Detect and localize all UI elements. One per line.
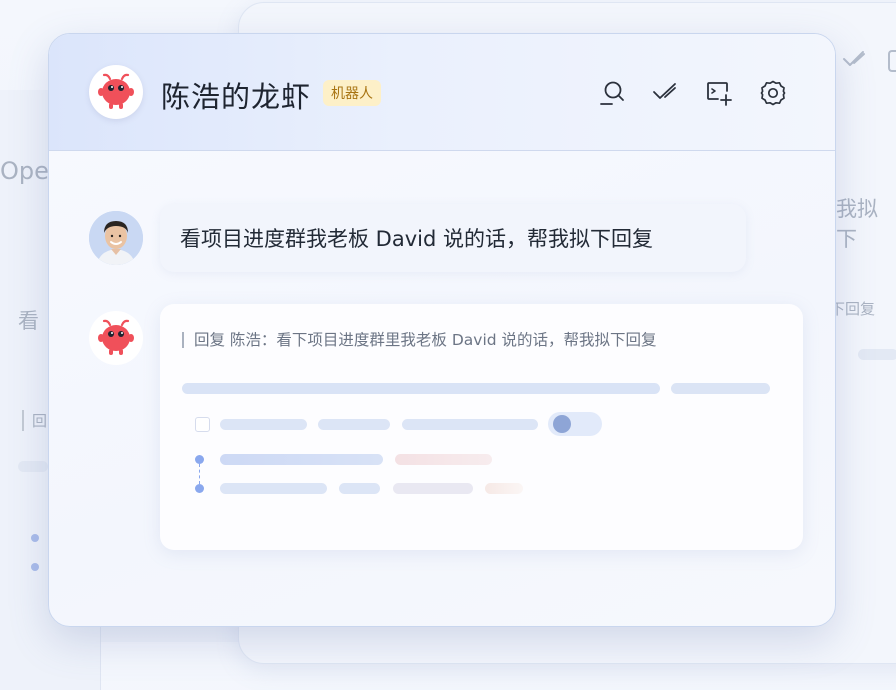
- new-chat-icon[interactable]: [705, 79, 733, 107]
- skeleton-line: [339, 483, 380, 494]
- chat-header: 陈浩的龙虾 机器人: [49, 34, 835, 151]
- bot-reply-avatar[interactable]: [89, 311, 143, 365]
- background-icon-fragment: [888, 50, 896, 72]
- skeleton-line: [318, 419, 390, 430]
- background-timeline-dot: [31, 534, 39, 542]
- background-quote-fragment-right: 下回复: [830, 300, 876, 318]
- bot-avatar[interactable]: [89, 65, 143, 119]
- user-avatar[interactable]: [89, 211, 143, 265]
- background-timeline-dot: [31, 563, 39, 571]
- background-quote-fragment: 回: [22, 410, 47, 431]
- skeleton-line: [220, 483, 327, 494]
- robot-icon: [98, 319, 134, 355]
- skeleton-line: [220, 419, 307, 430]
- skeleton-line: [395, 454, 492, 465]
- bot-reply-card: 回复 陈浩：看下项目进度群里我老板 David 说的话，帮我拟下回复: [160, 304, 803, 550]
- assignee-avatar-icon: [553, 415, 571, 433]
- skeleton-line: [182, 383, 660, 394]
- skeleton-line: [485, 483, 523, 494]
- search-icon[interactable]: [598, 79, 626, 107]
- task-checkbox[interactable]: [195, 417, 210, 432]
- user-message-bubble: 看项目进度群我老板 David 说的话，帮我拟下回复: [160, 204, 746, 272]
- timeline-connector: [199, 464, 200, 484]
- skeleton-line: [671, 383, 770, 394]
- skeleton-line: [402, 419, 538, 430]
- background-message-fragment-right: 我拟下: [836, 197, 878, 251]
- check-icon[interactable]: [651, 79, 679, 107]
- background-title-fragment: Ope: [0, 157, 49, 185]
- timeline-dot: [195, 484, 204, 493]
- background-message-fragment: 看: [18, 309, 39, 333]
- reply-quote: 回复 陈浩：看下项目进度群里我老板 David 说的话，帮我拟下回复: [182, 332, 657, 348]
- skeleton-line: [393, 483, 473, 494]
- assignee-pill[interactable]: [548, 412, 602, 436]
- settings-icon[interactable]: [759, 79, 787, 107]
- chat-window: 陈浩的龙虾 机器人 看项目进度群我老板 David 说的话，帮我拟下回复 回复 …: [48, 33, 836, 627]
- bot-badge: 机器人: [323, 80, 381, 106]
- window-title: 陈浩的龙虾: [161, 80, 312, 114]
- background-skeleton: [858, 349, 896, 360]
- background-check-icon: [841, 48, 867, 74]
- skeleton-line: [220, 454, 383, 465]
- timeline-dot: [195, 455, 204, 464]
- robot-icon: [98, 73, 134, 109]
- background-skeleton: [18, 461, 48, 472]
